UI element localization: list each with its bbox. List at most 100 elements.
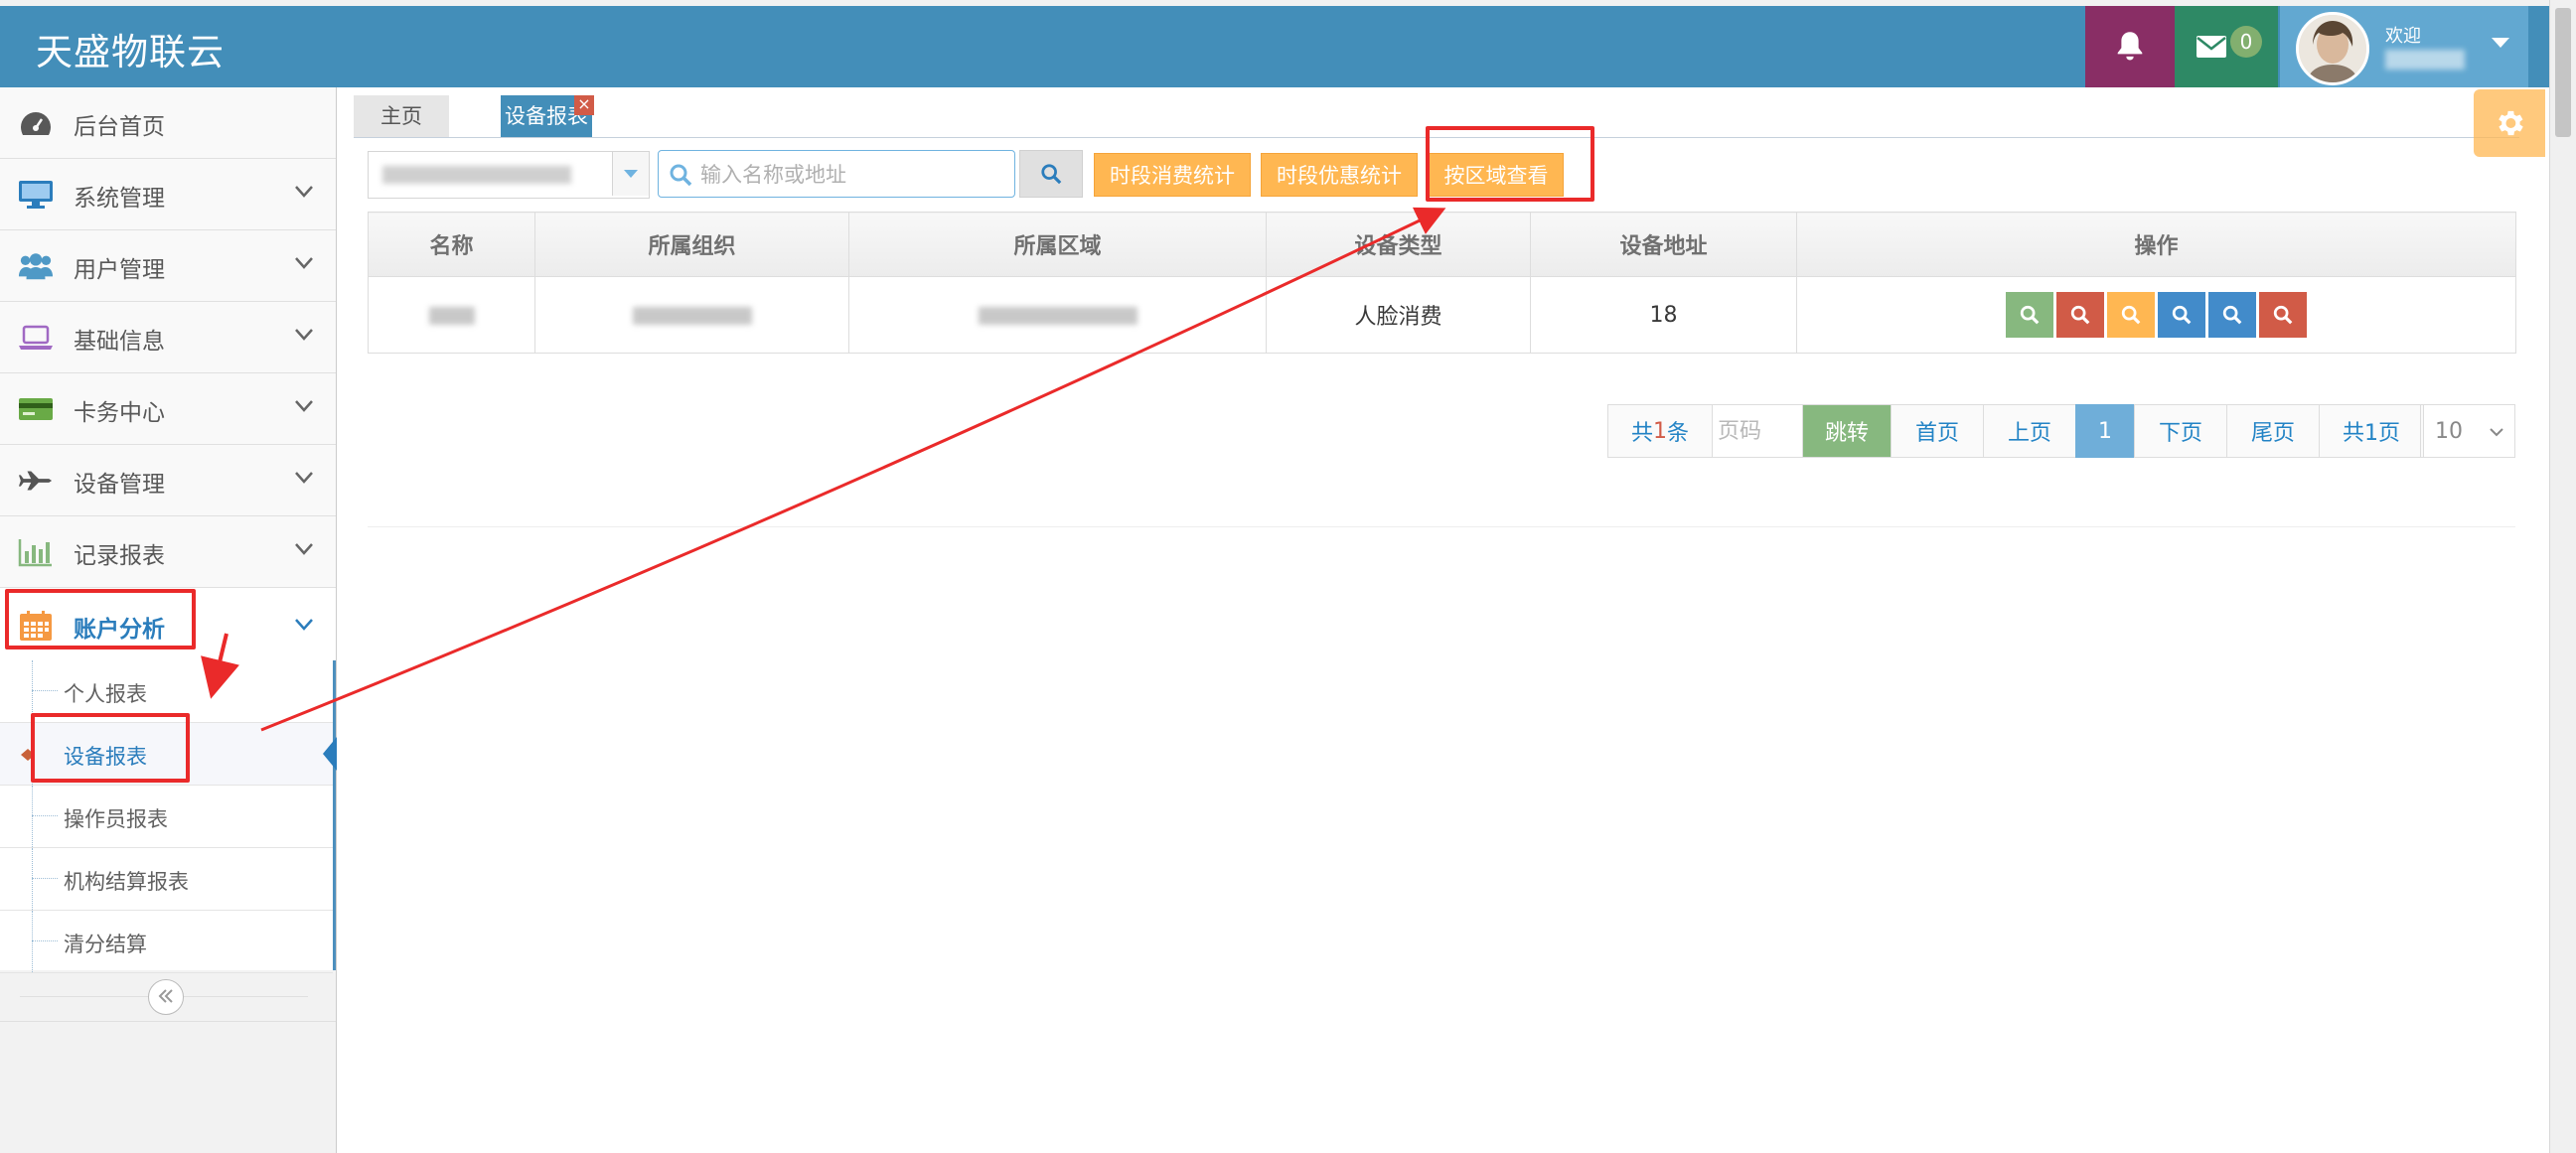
submenu-item-clearing-settlement[interactable]: 清分结算 xyxy=(0,911,333,973)
action-button-5[interactable] xyxy=(2208,292,2256,338)
annotation-box-region-button xyxy=(1426,126,1594,202)
period-discount-stats-button[interactable]: 时段优惠统计 xyxy=(1261,153,1418,197)
top-navbar: 天盛物联云 0 欢迎 xyxy=(0,0,2576,87)
cell-device-type: 人脸消费 xyxy=(1266,276,1531,354)
double-chevron-left-icon xyxy=(158,989,173,1003)
search-icon xyxy=(2172,305,2192,325)
cell-device-address: 18 xyxy=(1530,276,1797,354)
bell-icon xyxy=(2117,32,2143,61)
annotation-box-device-report xyxy=(31,713,190,783)
sidebar-item-users[interactable]: 用户管理 xyxy=(0,230,336,302)
sidebar-item-basic-info[interactable]: 基础信息 xyxy=(0,302,336,373)
current-page-button[interactable]: 1 xyxy=(2075,404,2135,458)
bar-chart-icon xyxy=(18,536,54,568)
column-header-device-address[interactable]: 设备地址 xyxy=(1530,212,1797,277)
table-header-row: 名称 所属组织 所属区域 设备类型 设备地址 操作 xyxy=(368,212,2516,277)
column-header-device-type[interactable]: 设备类型 xyxy=(1266,212,1531,277)
total-suffix: 条 xyxy=(1667,421,1690,446)
column-header-actions: 操作 xyxy=(1796,212,2516,277)
total-count: 1 xyxy=(1653,418,1667,444)
search-icon xyxy=(2070,305,2090,325)
tree-line xyxy=(32,690,58,691)
scrollbar-thumb[interactable] xyxy=(2555,8,2571,137)
submenu-label: 清分结算 xyxy=(64,933,147,956)
sidebar-item-card-center[interactable]: 卡务中心 xyxy=(0,373,336,445)
plane-icon xyxy=(18,465,54,497)
users-icon xyxy=(18,250,54,282)
caret-down-icon xyxy=(624,170,638,178)
tab-home[interactable]: 主页 xyxy=(354,95,449,137)
submenu-item-org-settlement-report[interactable]: 机构结算报表 xyxy=(0,848,333,911)
page-size-value: 10 xyxy=(2435,418,2463,444)
chevron-down-icon xyxy=(295,257,313,269)
sidebar-item-label: 系统管理 xyxy=(74,186,165,212)
organization-select[interactable] xyxy=(368,151,650,199)
sidebar-item-label: 后台首页 xyxy=(74,114,165,140)
settings-button[interactable] xyxy=(2474,89,2545,157)
submenu-label: 机构结算报表 xyxy=(64,870,189,894)
search-input[interactable] xyxy=(698,157,1000,193)
cell-name xyxy=(368,276,535,354)
brand-title[interactable]: 天盛物联云 xyxy=(36,22,225,75)
sidebar-item-system[interactable]: 系统管理 xyxy=(0,159,336,230)
chevron-down-icon xyxy=(295,472,313,484)
page-number-field[interactable] xyxy=(1712,404,1803,458)
page-size-select[interactable]: 10 xyxy=(2420,404,2515,458)
action-button-6[interactable] xyxy=(2259,292,2307,338)
content-divider xyxy=(368,526,2515,527)
action-button-1[interactable] xyxy=(2006,292,2053,338)
sidebar-item-label: 卡务中心 xyxy=(74,400,165,426)
notifications-button[interactable] xyxy=(2085,6,2175,87)
column-header-organization[interactable]: 所属组织 xyxy=(534,212,849,277)
active-pointer xyxy=(323,737,337,771)
search-icon xyxy=(1041,164,1062,185)
jump-button[interactable]: 跳转 xyxy=(1802,404,1892,458)
action-button-4[interactable] xyxy=(2158,292,2205,338)
last-page-button[interactable]: 尾页 xyxy=(2226,404,2320,458)
page-number-input[interactable] xyxy=(1716,410,1799,452)
chevron-down-icon xyxy=(295,543,313,555)
selected-organization-redacted xyxy=(382,166,571,184)
sidebar-item-dashboard[interactable]: 后台首页 xyxy=(0,87,336,159)
column-header-region[interactable]: 所属区域 xyxy=(848,212,1267,277)
first-page-button[interactable]: 首页 xyxy=(1891,404,1984,458)
search-button[interactable] xyxy=(1019,150,1083,198)
messages-count-badge: 0 xyxy=(2230,26,2262,58)
avatar xyxy=(2296,12,2369,85)
annotation-box-account-analysis xyxy=(5,589,196,649)
tree-line xyxy=(32,878,58,879)
period-consumption-stats-button[interactable]: 时段消费统计 xyxy=(1094,153,1251,197)
submenu-item-operator-report[interactable]: 操作员报表 xyxy=(0,786,333,848)
user-menu[interactable]: 欢迎 xyxy=(2280,6,2528,87)
search-field[interactable] xyxy=(658,150,1015,198)
caret-down-icon xyxy=(2492,38,2509,48)
prev-page-button[interactable]: 上页 xyxy=(1983,404,2076,458)
dashboard-icon xyxy=(18,107,54,139)
vertical-scrollbar[interactable] xyxy=(2549,0,2576,1153)
laptop-icon xyxy=(18,322,54,354)
sidebar-item-device-management[interactable]: 设备管理 xyxy=(0,445,336,516)
tree-line xyxy=(32,786,33,847)
account-analysis-submenu: 个人报表 设备报表 操作员报表 机构结算报表 清分结算 xyxy=(0,660,337,973)
action-button-2[interactable] xyxy=(2056,292,2104,338)
column-header-name[interactable]: 名称 xyxy=(368,212,535,277)
sidebar-item-label: 记录报表 xyxy=(74,543,165,569)
tree-line xyxy=(32,848,33,910)
monitor-icon xyxy=(18,179,54,211)
action-button-3[interactable] xyxy=(2107,292,2155,338)
search-icon xyxy=(670,164,692,187)
messages-button[interactable]: 0 xyxy=(2175,6,2278,87)
gear-icon xyxy=(2499,110,2523,136)
sidebar-item-records[interactable]: 记录报表 xyxy=(0,516,336,588)
cell-region xyxy=(848,276,1267,354)
select-caret[interactable] xyxy=(612,152,649,196)
sidebar-collapse-bar xyxy=(0,971,336,1022)
cell-actions xyxy=(1796,276,2516,354)
next-page-button[interactable]: 下页 xyxy=(2134,404,2227,458)
sidebar-item-label: 基础信息 xyxy=(74,329,165,355)
close-tab-button[interactable]: × xyxy=(574,95,594,115)
collapse-sidebar-button[interactable] xyxy=(148,979,184,1015)
table-row: 人脸消费 18 xyxy=(368,276,2516,354)
tree-line xyxy=(32,940,58,941)
redacted-text xyxy=(428,306,475,325)
